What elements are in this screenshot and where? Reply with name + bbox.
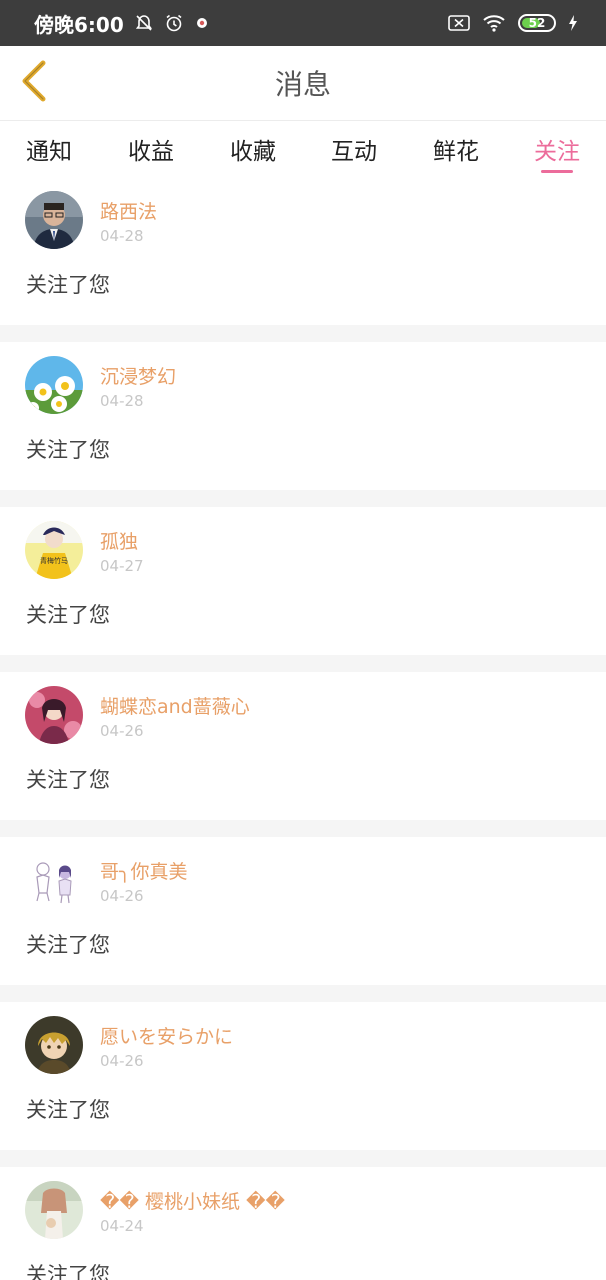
avatar[interactable]: 青梅竹马 bbox=[25, 521, 83, 579]
message-text: 关注了您 bbox=[26, 438, 110, 462]
tab-label: 收益 bbox=[128, 139, 174, 165]
tab-label: 通知 bbox=[26, 139, 72, 165]
list-item[interactable]: 青梅竹马 孤独 04-27 关注了您 bbox=[0, 507, 606, 655]
page-title: 消息 bbox=[274, 68, 331, 101]
list-item[interactable]: 蝴蝶恋and蔷薇心 04-26 关注了您 bbox=[0, 672, 606, 820]
tab-interactions[interactable]: 互动 bbox=[314, 121, 394, 177]
tab-label: 关注 bbox=[534, 139, 580, 165]
active-tab-indicator bbox=[541, 170, 573, 173]
avatar[interactable] bbox=[25, 686, 83, 744]
tab-bar: 通知 收益 收藏 互动 鲜花 关注 bbox=[0, 121, 606, 177]
avatar[interactable] bbox=[25, 191, 83, 249]
timestamp: 04-24 bbox=[100, 1217, 144, 1235]
list-item[interactable]: 愿いを安らかに 04-26 关注了您 bbox=[0, 1002, 606, 1150]
message-list: 路西法 04-28 关注了您 沉浸梦幻 04-28 关注了您 青梅竹马 孤独 0… bbox=[0, 177, 606, 1280]
app-notification-icon bbox=[194, 15, 210, 31]
message-text: 关注了您 bbox=[26, 933, 110, 957]
list-item[interactable]: 沉浸梦幻 04-28 关注了您 bbox=[0, 342, 606, 490]
status-bar-right: 52 bbox=[448, 14, 578, 32]
timestamp: 04-26 bbox=[100, 887, 144, 905]
tab-label: 鲜花 bbox=[433, 139, 479, 165]
status-bar-left: 傍晚6:00 bbox=[34, 9, 210, 38]
header-bar: 消息 bbox=[0, 46, 606, 121]
message-text: 关注了您 bbox=[26, 603, 110, 627]
tab-favorites[interactable]: 收藏 bbox=[213, 121, 293, 177]
sim-x-icon bbox=[448, 14, 470, 32]
tab-notifications[interactable]: 通知 bbox=[9, 121, 89, 177]
battery-level: 52 bbox=[528, 16, 546, 30]
svg-text:青梅竹马: 青梅竹马 bbox=[40, 556, 68, 565]
alarm-icon bbox=[164, 13, 184, 33]
message-text: 关注了您 bbox=[26, 1098, 110, 1122]
avatar[interactable] bbox=[25, 1016, 83, 1074]
app-screen: 傍晚6:00 52 消息 通知 收益 收藏 互动 鲜花 关注 路西法 04-28… bbox=[0, 0, 606, 1280]
timestamp: 04-28 bbox=[100, 227, 144, 245]
avatar[interactable] bbox=[25, 851, 83, 909]
status-bar: 傍晚6:00 52 bbox=[0, 0, 606, 46]
status-time: 傍晚6:00 bbox=[34, 12, 124, 37]
username[interactable]: 路西法 bbox=[100, 197, 157, 224]
username[interactable]: 蝴蝶恋and蔷薇心 bbox=[100, 692, 250, 719]
timestamp: 04-28 bbox=[100, 392, 144, 410]
tab-earnings[interactable]: 收益 bbox=[111, 121, 191, 177]
message-text: 关注了您 bbox=[26, 273, 110, 297]
wifi-icon bbox=[482, 14, 506, 32]
timestamp: 04-26 bbox=[100, 722, 144, 740]
username[interactable]: �� 樱桃小妹纸 �� bbox=[100, 1187, 285, 1214]
timestamp: 04-27 bbox=[100, 557, 144, 575]
tab-flowers[interactable]: 鲜花 bbox=[416, 121, 496, 177]
list-item[interactable]: 哥╮你真美 04-26 关注了您 bbox=[0, 837, 606, 985]
chevron-left-icon bbox=[19, 59, 49, 107]
battery-icon: 52 bbox=[518, 14, 556, 32]
timestamp: 04-26 bbox=[100, 1052, 144, 1070]
avatar[interactable] bbox=[25, 1181, 83, 1239]
message-text: 关注了您 bbox=[26, 768, 110, 792]
back-button[interactable] bbox=[14, 58, 54, 108]
list-item[interactable]: �� 樱桃小妹纸 �� 04-24 关注了您 bbox=[0, 1167, 606, 1280]
list-item[interactable]: 路西法 04-28 关注了您 bbox=[0, 177, 606, 325]
tab-label: 收藏 bbox=[230, 139, 276, 165]
tab-follows[interactable]: 关注 bbox=[517, 121, 597, 177]
bell-off-icon bbox=[134, 13, 154, 33]
username[interactable]: 孤独 bbox=[100, 527, 138, 554]
tab-label: 互动 bbox=[331, 139, 377, 165]
username[interactable]: 愿いを安らかに bbox=[100, 1022, 233, 1049]
message-text: 关注了您 bbox=[26, 1263, 110, 1280]
username[interactable]: 哥╮你真美 bbox=[100, 857, 187, 884]
charging-icon bbox=[568, 14, 578, 32]
avatar[interactable] bbox=[25, 356, 83, 414]
username[interactable]: 沉浸梦幻 bbox=[100, 362, 176, 389]
